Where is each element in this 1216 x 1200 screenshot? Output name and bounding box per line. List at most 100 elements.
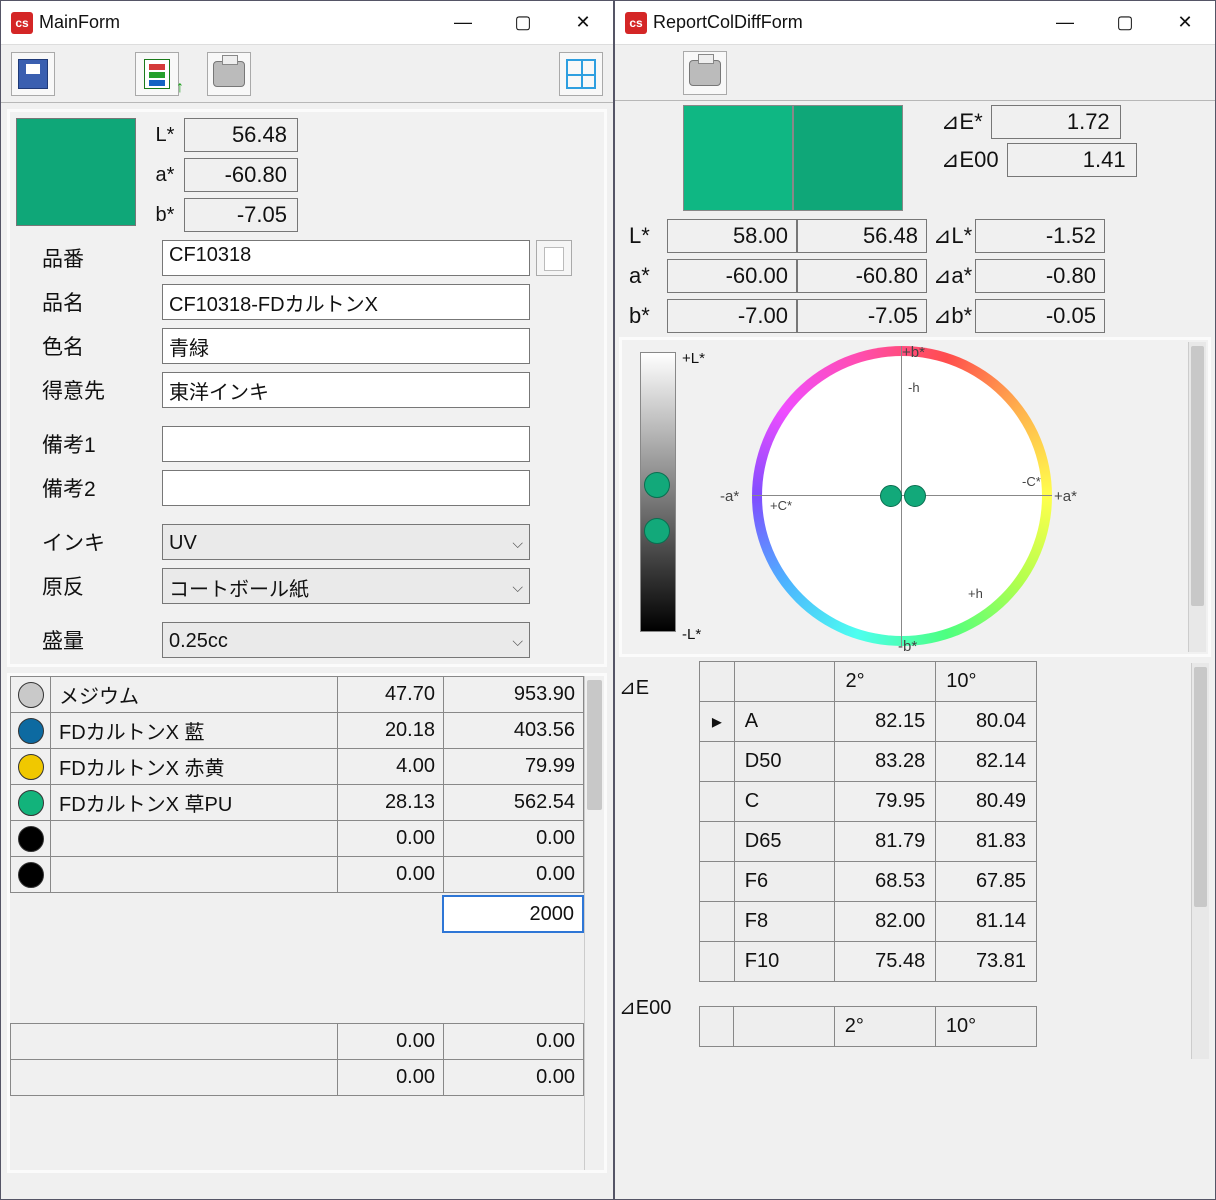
plus-b-label: +b* xyxy=(902,344,925,361)
a-sample: -60.80 xyxy=(797,259,927,293)
l-value[interactable]: 56.48 xyxy=(184,118,298,152)
report-titlebar[interactable]: cs ReportColDiffForm — ▢ ✕ xyxy=(615,1,1215,45)
table-row[interactable]: メジウム47.70953.90 xyxy=(11,677,584,713)
de-area-scrollbar[interactable] xyxy=(1191,663,1209,1059)
de00-label: ⊿E00 xyxy=(941,147,999,173)
table-row[interactable]: F1075.4873.81 xyxy=(700,942,1037,982)
minus-a-label: -a* xyxy=(720,488,739,505)
table-row[interactable]: D6581.7981.83 xyxy=(700,822,1037,862)
b-value[interactable]: -7.05 xyxy=(184,198,298,232)
table-row[interactable]: ▸A82.1580.04 xyxy=(700,702,1037,742)
de-table-label: ⊿E xyxy=(619,675,689,995)
db-value: -0.05 xyxy=(975,299,1105,333)
l-target: 58.00 xyxy=(667,219,797,253)
plus-c-label: +C* xyxy=(770,498,792,513)
table-row[interactable]: 0.000.00 xyxy=(11,821,584,857)
colorname-input[interactable]: 青緑 xyxy=(162,328,530,364)
table-row[interactable]: FDカルトンX 草PU28.13562.54 xyxy=(11,785,584,821)
print-button[interactable] xyxy=(207,52,251,96)
table-row[interactable]: 0.000.00 xyxy=(11,1024,584,1060)
app-icon: cs xyxy=(625,12,647,34)
da-value: -0.80 xyxy=(975,259,1105,293)
minus-l-label: -L* xyxy=(682,626,701,643)
minus-h-label: -h xyxy=(908,380,920,395)
color-diagram: +L* -L* +b* -b* +a* -a* +C* -C* +h -h xyxy=(619,337,1211,657)
dl-value: -1.52 xyxy=(975,219,1105,253)
vol-select[interactable]: 0.25cc⌵ xyxy=(162,622,530,658)
main-form-window: cs MainForm — ▢ ✕ ↑ L* 56.48 a* -60.80 b… xyxy=(0,0,614,1200)
base-select[interactable]: コートボール紙⌵ xyxy=(162,568,530,604)
de-value: 1.72 xyxy=(991,105,1121,139)
table-row[interactable]: FDカルトンX 藍20.18403.56 xyxy=(11,713,584,749)
table-row[interactable]: FDカルトンX 赤黄4.0079.99 xyxy=(11,749,584,785)
de00-table[interactable]: 2°10° xyxy=(699,1006,1037,1047)
table-row[interactable]: D5083.2882.14 xyxy=(700,742,1037,782)
close-button[interactable]: ✕ xyxy=(553,1,613,45)
table-row[interactable]: F882.0081.14 xyxy=(700,902,1037,942)
hdr-2: 2° xyxy=(835,662,936,702)
wheel-point-2 xyxy=(904,485,926,507)
diagram-scrollbar[interactable] xyxy=(1188,342,1206,652)
materials-scrollbar[interactable] xyxy=(584,676,604,1170)
lab-compare-grid: L*58.0056.48⊿L*-1.52 a*-60.00-60.80⊿a*-0… xyxy=(623,219,1207,333)
lab-panel: L* 56.48 a* -60.80 b* -7.05 品番 CF10318 品… xyxy=(7,109,607,667)
minimize-button[interactable]: — xyxy=(433,1,493,45)
swatch-sample xyxy=(793,105,903,211)
ink-select[interactable]: UV⌵ xyxy=(162,524,530,560)
materials-panel: メジウム47.70953.90 FDカルトンX 藍20.18403.56 FDカ… xyxy=(7,673,607,1173)
minimize-button[interactable]: — xyxy=(1035,1,1095,45)
base-label: 原反 xyxy=(42,571,162,601)
report-window: cs ReportColDiffForm — ▢ ✕ ⊿E* 1.72 ⊿E00… xyxy=(614,0,1216,1200)
l-point-2 xyxy=(644,518,670,544)
materials-table[interactable]: メジウム47.70953.90 FDカルトンX 藍20.18403.56 FDカ… xyxy=(10,676,584,893)
main-titlebar[interactable]: cs MainForm — ▢ ✕ xyxy=(1,1,613,45)
close-button[interactable]: ✕ xyxy=(1155,1,1215,45)
colorname-label: 色名 xyxy=(42,331,162,361)
customer-input[interactable]: 東洋インキ xyxy=(162,372,530,408)
b-sample: -7.05 xyxy=(797,299,927,333)
table-row[interactable]: 0.000.00 xyxy=(11,857,584,893)
a-value[interactable]: -60.80 xyxy=(184,158,298,192)
import-button[interactable]: ↑ xyxy=(135,52,179,96)
de-tables-area: ⊿E ⊿E00 2°10° ▸A82.1580.04D5083.2882.14C… xyxy=(619,661,1211,1061)
minus-b-label: -b* xyxy=(898,638,917,655)
print-button[interactable] xyxy=(683,51,727,95)
save-button[interactable] xyxy=(11,52,55,96)
vol-label: 盛量 xyxy=(42,625,162,655)
ink-label: インキ xyxy=(42,527,162,557)
table-row[interactable]: F668.5367.85 xyxy=(700,862,1037,902)
main-toolbar: ↑ xyxy=(1,45,613,103)
customer-label: 得意先 xyxy=(42,375,162,405)
dual-swatch xyxy=(683,105,903,211)
de00-value: 1.41 xyxy=(1007,143,1137,177)
partno-label: 品番 xyxy=(42,243,162,273)
grid-button[interactable] xyxy=(559,52,603,96)
table-row[interactable]: 0.000.00 xyxy=(11,1060,584,1096)
note1-input[interactable] xyxy=(162,426,530,462)
swatch-target xyxy=(683,105,793,211)
de-table[interactable]: 2°10° ▸A82.1580.04D5083.2882.14C79.9580.… xyxy=(699,661,1037,982)
a-target: -60.00 xyxy=(667,259,797,293)
plus-a-label: +a* xyxy=(1054,488,1077,505)
l-label: L* xyxy=(146,124,184,147)
partname-label: 品名 xyxy=(42,287,162,317)
b-target: -7.00 xyxy=(667,299,797,333)
note2-input[interactable] xyxy=(162,470,530,506)
minus-c-label: -C* xyxy=(1022,474,1041,489)
main-title: MainForm xyxy=(39,12,120,33)
maximize-button[interactable]: ▢ xyxy=(493,1,553,45)
partno-input[interactable]: CF10318 xyxy=(162,240,530,276)
hdr-10: 10° xyxy=(936,662,1037,702)
l-point-1 xyxy=(644,472,670,498)
table-row[interactable]: C79.9580.49 xyxy=(700,782,1037,822)
file-button[interactable] xyxy=(536,240,572,276)
plus-h-label: +h xyxy=(968,586,983,601)
total-value[interactable]: 2000 xyxy=(443,896,583,932)
color-swatch xyxy=(16,118,136,226)
plus-l-label: +L* xyxy=(682,350,705,367)
bottom-table[interactable]: 0.000.000.000.00 xyxy=(10,1023,584,1096)
partname-input[interactable]: CF10318-FDカルトンX xyxy=(162,284,530,320)
a-label: a* xyxy=(146,164,184,187)
note1-label: 備考1 xyxy=(42,429,162,459)
maximize-button[interactable]: ▢ xyxy=(1095,1,1155,45)
